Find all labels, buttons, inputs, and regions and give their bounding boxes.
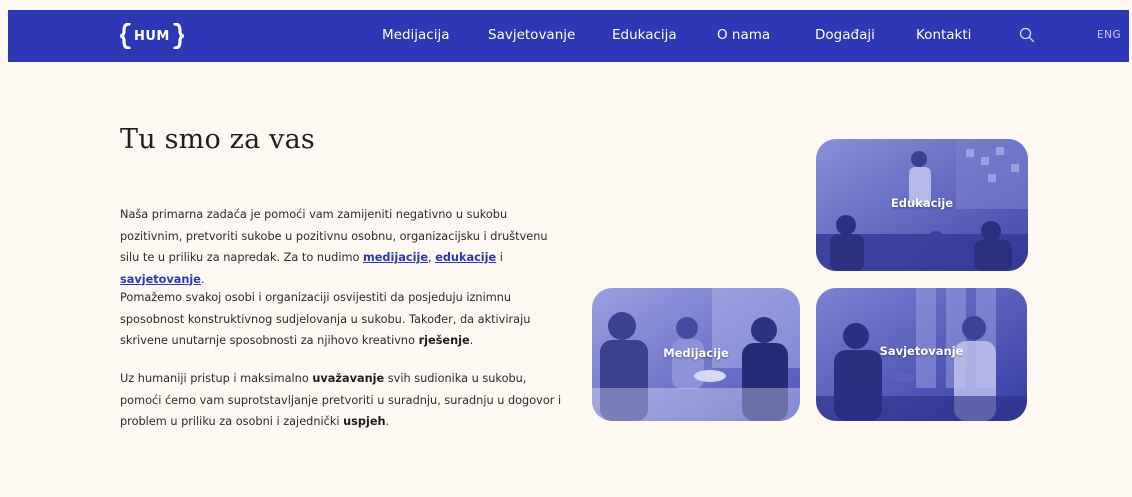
card-label-medijacije: Medijacije [663, 346, 729, 360]
p2-end: . [469, 334, 474, 347]
p1-sep2: i [496, 251, 503, 264]
left-brace-icon [120, 23, 131, 49]
capabilities-paragraph: Pomažemo svakoj osobi i organizaciji osv… [120, 287, 570, 352]
p2-bold-rjesenje: rješenje [418, 334, 470, 347]
top-navigation-bar: HUM Medijacija Savjetovanje Edukacija O … [8, 10, 1129, 62]
card-medijacije[interactable]: Medijacije [592, 288, 800, 421]
nav-item-kontakti[interactable]: Kontakti [916, 27, 971, 43]
card-label-savjetovanje: Savjetovanje [879, 344, 964, 358]
page-title: Tu smo za vas [120, 124, 315, 155]
intro-paragraph: Naša primarna zadaća je pomoći vam zamij… [120, 204, 570, 290]
nav-item-medijacija[interactable]: Medijacija [382, 27, 450, 43]
logo-text: HUM [134, 28, 170, 44]
p1-end: . [200, 272, 205, 286]
p3-end: . [385, 415, 390, 428]
hum-logo[interactable]: HUM [120, 22, 184, 50]
card-savjetovanje[interactable]: Savjetovanje [816, 288, 1027, 421]
savjetovanje-link[interactable]: savjetovanje [120, 273, 201, 286]
p3-text-a: Uz humaniji pristup i maksimalno [120, 372, 313, 385]
search-icon[interactable] [1018, 26, 1036, 44]
p3-bold-uvazavanje: uvažavanje [312, 372, 385, 385]
p3-bold-uspjeh: uspjeh [343, 415, 386, 428]
card-edukacije[interactable]: Edukacije [816, 139, 1028, 271]
nav-item-o-nama[interactable]: O nama [717, 27, 770, 43]
approach-paragraph: Uz humaniji pristup i maksimalno uvažava… [120, 368, 570, 433]
nav-item-dogadaji[interactable]: Događaji [815, 27, 875, 43]
right-brace-icon [173, 23, 184, 49]
nav-item-edukacija[interactable]: Edukacija [612, 27, 677, 43]
edukacije-link[interactable]: edukacije [435, 251, 496, 264]
nav-item-savjetovanje[interactable]: Savjetovanje [488, 27, 575, 43]
card-label-edukacije: Edukacije [890, 196, 954, 210]
language-switch[interactable]: ENG [1097, 29, 1121, 41]
medijacije-link[interactable]: medijacije [363, 251, 428, 264]
